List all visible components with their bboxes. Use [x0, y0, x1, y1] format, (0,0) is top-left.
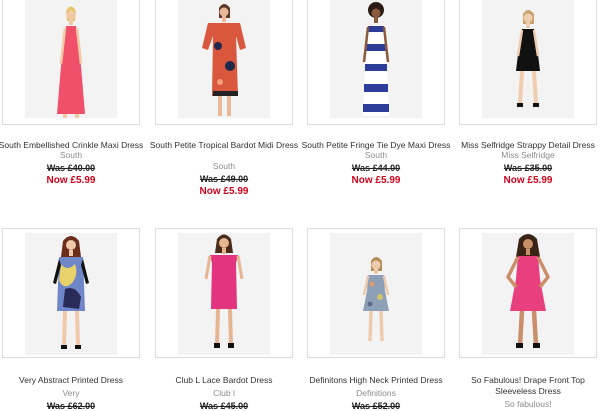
product-name[interactable]: So Fabulous! Drape Front Top Sleeveless …: [451, 375, 600, 397]
product-image[interactable]: [2, 0, 140, 125]
was-price: Was £49.00: [199, 174, 249, 184]
now-price: Now £5.99: [46, 175, 96, 186]
was-price: Was £62.00: [46, 401, 96, 411]
product-brand: Very: [62, 388, 80, 398]
was-price: Was £45.00: [199, 401, 249, 411]
now-price: Now £5.99: [503, 175, 553, 186]
product-brand: South: [59, 150, 83, 160]
product-brand: Definitions: [356, 388, 396, 398]
product-image[interactable]: [155, 228, 293, 358]
was-price: Was £44.00: [351, 163, 401, 173]
now-price: Now £5.99: [199, 186, 249, 197]
product-brand: Club l: [213, 388, 235, 398]
product-image[interactable]: [307, 228, 445, 358]
product-image[interactable]: [307, 0, 445, 125]
product-name[interactable]: Definitons High Neck Printed Dress: [299, 375, 453, 386]
product-name[interactable]: Club L Lace Bardot Dress: [147, 375, 301, 386]
product-brand: South: [364, 150, 388, 160]
was-price: Was £52.00: [351, 401, 401, 411]
product-name[interactable]: Very Abstract Printed Dress: [0, 375, 148, 386]
product-brand: South: [212, 161, 236, 171]
was-price: Was £40.00: [46, 163, 96, 173]
product-image[interactable]: [2, 228, 140, 358]
product-brand: Miss Selfridge: [501, 150, 555, 160]
product-brand: So fabulous!: [504, 399, 552, 409]
product-name[interactable]: South Petite Tropical Bardot Midi Dress: [147, 140, 301, 151]
now-price: Now £5.99: [351, 175, 401, 186]
product-image[interactable]: [459, 228, 597, 358]
was-price: Was £35.00: [503, 163, 553, 173]
product-image[interactable]: [155, 0, 293, 125]
product-image[interactable]: [459, 0, 597, 125]
